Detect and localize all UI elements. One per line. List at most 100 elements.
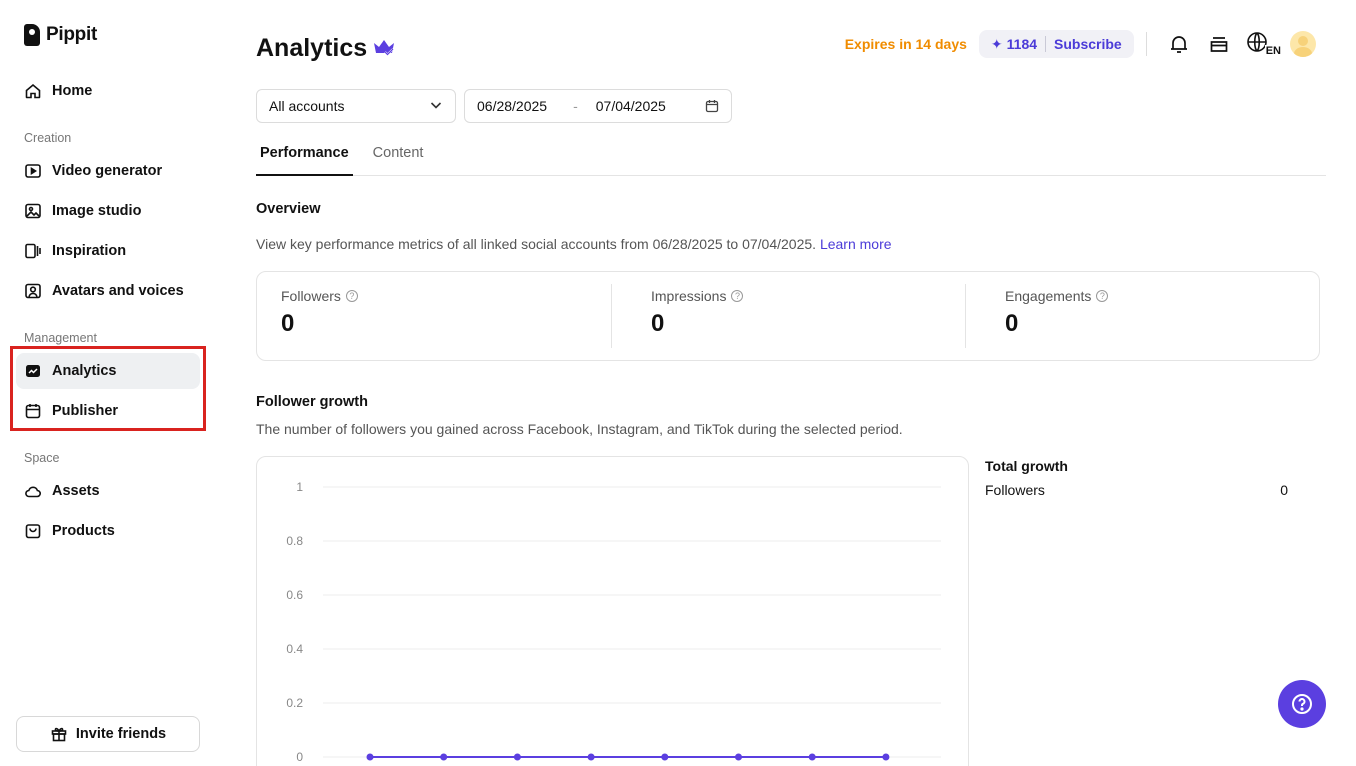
metric-value: 0 [1005, 310, 1019, 337]
total-growth-panel: Total growth Followers 0 [985, 458, 1288, 498]
credits-count: 1184 [1006, 36, 1038, 52]
y-tick-label: 0.2 [286, 696, 303, 710]
metric-engagements: Engagements? 0 [1005, 288, 1109, 338]
y-tick-label: 0.8 [286, 534, 303, 548]
sidebar-item-avatars-voices[interactable]: Avatars and voices [16, 273, 200, 309]
metric-value: 0 [281, 310, 295, 337]
data-point[interactable] [587, 753, 595, 761]
sidebar-item-home[interactable]: Home [16, 73, 200, 109]
data-point[interactable] [735, 753, 742, 761]
total-growth-value: 0 [1280, 482, 1288, 498]
date-separator: - [573, 98, 578, 114]
divider [1045, 36, 1047, 52]
follower-growth-description: The number of followers you gained acros… [256, 421, 903, 437]
sidebar-item-label: Home [52, 83, 93, 99]
app-logo[interactable]: Pippit [24, 24, 97, 46]
metrics-card: Followers? 0 Impressions? 0 Engagements?… [256, 271, 1320, 361]
data-point[interactable] [882, 753, 890, 761]
header-toolbar: Expires in 14 days ✦ 1184 Subscribe EN [845, 28, 1316, 60]
data-point[interactable] [440, 753, 448, 761]
sidebar-item-label: Inspiration [52, 243, 127, 259]
date-to[interactable]: 07/04/2025 [596, 98, 666, 114]
user-avatar[interactable] [1290, 31, 1316, 57]
gift-icon [50, 725, 68, 743]
section-label-creation: Creation [24, 131, 72, 145]
question-icon [1290, 692, 1314, 716]
metric-label: Engagements [1005, 288, 1092, 304]
app-name: Pippit [46, 24, 97, 45]
sidebar-item-label: Video generator [52, 163, 163, 179]
metric-impressions: Impressions? 0 [651, 288, 744, 338]
divider [965, 284, 966, 348]
highlight-box [10, 346, 206, 431]
calendar-icon[interactable] [705, 99, 719, 113]
overview-title: Overview [256, 201, 321, 217]
sidebar-item-assets[interactable]: Assets [16, 473, 200, 509]
tab-bar: Performance Content [256, 136, 1326, 176]
subscribe-button[interactable]: Subscribe [1054, 36, 1122, 52]
account-select[interactable]: All accounts [256, 89, 456, 123]
metric-followers: Followers? 0 [281, 288, 358, 338]
divider [1145, 32, 1147, 56]
invite-friends-label: Invite friends [75, 726, 167, 742]
y-tick-label: 0 [296, 750, 303, 764]
help-circle-icon[interactable]: ? [731, 290, 744, 302]
home-icon [24, 82, 42, 100]
credits-subscribe-pill[interactable]: ✦ 1184 Subscribe [978, 30, 1134, 58]
section-label-space: Space [24, 451, 60, 465]
account-select-value: All accounts [269, 98, 345, 114]
tab-performance[interactable]: Performance [256, 136, 353, 176]
help-button[interactable] [1278, 680, 1326, 728]
sidebar-item-label: Image studio [52, 203, 142, 219]
video-generator-icon [24, 162, 42, 180]
inspiration-icon [24, 242, 42, 260]
data-point[interactable] [808, 753, 816, 761]
total-growth-title: Total growth [985, 458, 1068, 474]
sparkle-icon: ✦ [990, 35, 1003, 52]
tab-content[interactable]: Content [369, 136, 428, 176]
sidebar: Pippit Home Creation Video generator Ima… [0, 0, 216, 766]
follower-growth-chart: 1 0.8 0.6 0.4 0.2 0 [256, 456, 969, 766]
sidebar-item-label: Avatars and voices [52, 283, 184, 299]
learn-more-link[interactable]: Learn more [820, 236, 892, 252]
data-point[interactable] [661, 753, 669, 761]
help-circle-icon[interactable]: ? [345, 290, 358, 302]
invite-friends-button[interactable]: Invite friends [16, 716, 200, 752]
y-tick-label: 1 [296, 480, 303, 494]
help-circle-icon[interactable]: ? [1096, 290, 1109, 302]
y-tick-label: 0.6 [286, 588, 303, 602]
sidebar-item-video-generator[interactable]: Video generator [16, 153, 200, 189]
inbox-icon[interactable] [1205, 30, 1233, 58]
total-growth-row: Followers 0 [985, 482, 1288, 498]
metric-label: Followers [281, 288, 341, 304]
data-point[interactable] [366, 753, 374, 761]
date-from[interactable]: 06/28/2025 [477, 98, 547, 114]
date-range-picker[interactable]: 06/28/2025 - 07/04/2025 [464, 89, 732, 123]
bell-icon[interactable] [1165, 30, 1193, 58]
chevron-down-icon [429, 98, 443, 115]
divider [611, 284, 612, 348]
image-studio-icon [24, 202, 42, 220]
language-code: EN [1264, 45, 1282, 57]
data-point[interactable] [513, 753, 521, 761]
crown-icon [373, 34, 395, 63]
overview-description-text: View key performance metrics of all link… [256, 236, 817, 252]
overview-description: View key performance metrics of all link… [256, 236, 892, 252]
sidebar-item-label: Products [52, 523, 115, 539]
page-title-text: Analytics [256, 34, 368, 62]
total-growth-label: Followers [985, 482, 1045, 498]
metric-value: 0 [651, 310, 665, 337]
sidebar-item-inspiration[interactable]: Inspiration [16, 233, 200, 269]
shopping-bag-icon [24, 522, 42, 540]
avatar-voice-icon [24, 282, 42, 300]
sidebar-item-image-studio[interactable]: Image studio [16, 193, 200, 229]
sidebar-item-label: Assets [52, 483, 100, 499]
sidebar-item-products[interactable]: Products [16, 513, 200, 549]
trial-expiry-text[interactable]: Expires in 14 days [845, 36, 967, 52]
pippit-logo-icon [24, 24, 40, 46]
section-label-management: Management [24, 331, 97, 345]
y-tick-label: 0.4 [286, 642, 303, 656]
page-title: Analytics [256, 34, 395, 63]
follower-growth-title: Follower growth [256, 394, 368, 410]
chart-svg: 1 0.8 0.6 0.4 0.2 0 [286, 480, 941, 764]
